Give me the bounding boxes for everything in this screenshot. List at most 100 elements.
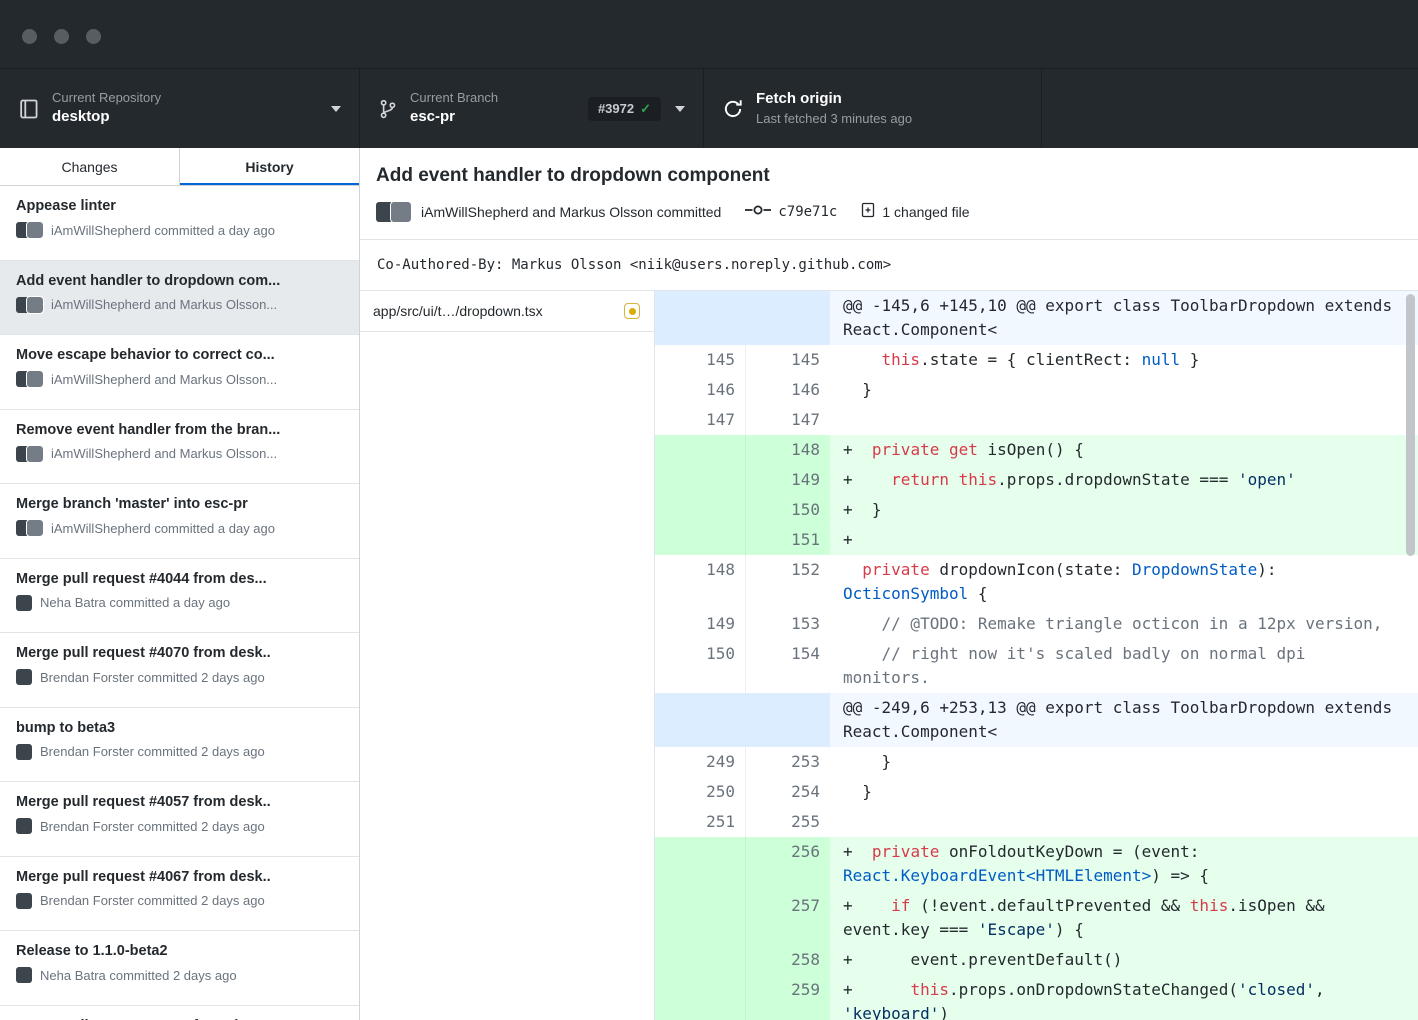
code-line: + event.preventDefault(): [830, 945, 1418, 975]
commit-summary: Add event handler to dropdown component …: [360, 148, 1418, 240]
avatar: [27, 520, 43, 536]
code-line: this.state = { clientRect: null }: [830, 345, 1418, 375]
old-line-number: 149: [655, 609, 745, 639]
code-line: + if (!event.defaultPrevented && this.is…: [830, 891, 1418, 945]
diff-line: 151 +: [655, 525, 1418, 555]
repository-switcher-label: Current Repository: [52, 90, 161, 106]
code-line: }: [830, 375, 1418, 405]
chevron-down-icon: [331, 106, 341, 112]
new-line-number: 152: [745, 555, 830, 609]
commit-sha[interactable]: c79e71c: [778, 204, 837, 220]
tab-history[interactable]: History: [180, 148, 359, 185]
commit-item-title: Remove event handler from the bran...: [16, 422, 343, 438]
old-line-number: 148: [655, 555, 745, 609]
commit-item-avatars: [16, 520, 43, 536]
close-button[interactable]: [22, 29, 37, 44]
commit-list-item[interactable]: Merge pull request #4057 from desk.. Bre…: [0, 782, 359, 857]
commit-item-avatars: [16, 595, 32, 611]
commit-item-meta-text: Brendan Forster committed 2 days ago: [40, 670, 265, 685]
avatar: [16, 669, 32, 685]
pull-request-badge[interactable]: #3972 ✓: [588, 97, 661, 121]
old-line-number: [655, 525, 745, 555]
avatar: [27, 371, 43, 387]
commit-item-meta: Neha Batra committed a day ago: [16, 595, 343, 611]
avatar: [27, 297, 43, 313]
tab-changes[interactable]: Changes: [0, 148, 180, 185]
diff-line: 149+ return this.props.dropdownState ===…: [655, 465, 1418, 495]
zoom-button[interactable]: [86, 29, 101, 44]
commit-list-item[interactable]: Merge pull request #4070 from desk.. Bre…: [0, 633, 359, 708]
file-row[interactable]: app/src/ui/t…/dropdown.tsx: [360, 291, 654, 332]
commit-list-item[interactable]: Move escape behavior to correct co... iA…: [0, 335, 359, 410]
new-line-number: 153: [745, 609, 830, 639]
commit-item-avatars: [16, 669, 32, 685]
minimize-button[interactable]: [54, 29, 69, 44]
added-line-marker: +: [843, 440, 853, 459]
code-line: +: [830, 525, 1418, 555]
avatar: [16, 967, 32, 983]
commit-list-item[interactable]: bump to beta3 Brendan Forster committed …: [0, 708, 359, 783]
fetch-origin-label: Fetch origin: [756, 90, 912, 109]
commit-list-item[interactable]: Merge branch 'master' into esc-pr iAmWil…: [0, 484, 359, 559]
commit-item-title: Release to 1.1.0-beta2: [16, 943, 343, 959]
toolbar: Current Repository desktop Current Branc…: [0, 68, 1418, 148]
commit-item-title: Merge pull request #4067 from desk..: [16, 869, 343, 885]
added-line-marker: +: [843, 530, 853, 549]
diff-line: 256+ private onFoldoutKeyDown = (event: …: [655, 837, 1418, 891]
commit-list-item[interactable]: Merge pull request #4059 from d...: [0, 1006, 359, 1020]
commit-item-title: Merge pull request #4070 from desk..: [16, 645, 343, 661]
new-line-number: 259: [745, 975, 830, 1020]
commit-item-meta-text: Brendan Forster committed 2 days ago: [40, 893, 265, 908]
sync-icon: [722, 98, 744, 120]
code-line: }: [830, 747, 1418, 777]
commit-list-item[interactable]: Merge pull request #4067 from desk.. Bre…: [0, 857, 359, 932]
app-content: Changes History Appease linter iAmWillSh…: [0, 148, 1418, 1020]
old-line-number: 145: [655, 345, 745, 375]
branch-name: esc-pr: [410, 108, 498, 127]
diff-line: 148+ private get isOpen() {: [655, 435, 1418, 465]
commit-item-avatars: [16, 222, 43, 238]
commit-authors: iAmWillShepherd and Markus Olsson commit…: [421, 204, 721, 220]
commit-description: Co-Authored-By: Markus Olsson <niik@user…: [360, 240, 1418, 291]
commit-icon: [745, 203, 771, 221]
code-line: + private get isOpen() {: [830, 435, 1418, 465]
scrollbar-thumb[interactable]: [1406, 294, 1415, 556]
commit-list-item[interactable]: Add event handler to dropdown com... iAm…: [0, 261, 359, 336]
commit-item-avatars: [16, 297, 43, 313]
old-line-number: 146: [655, 375, 745, 405]
commit-list-item[interactable]: Merge pull request #4044 from des... Neh…: [0, 559, 359, 634]
new-line-number: 256: [745, 837, 830, 891]
repository-switcher[interactable]: Current Repository desktop: [0, 69, 360, 148]
fetch-origin-button[interactable]: Fetch origin Last fetched 3 minutes ago: [704, 69, 1042, 148]
toolbar-spacer: [1042, 69, 1418, 148]
avatar: [16, 744, 32, 760]
new-line-number: 151: [745, 525, 830, 555]
avatar: [16, 893, 32, 909]
diff-line: 249253 }: [655, 747, 1418, 777]
added-line-marker: +: [843, 950, 853, 969]
commit-item-avatars: [16, 967, 32, 983]
diff-hunk-header: @@ -249,6 +253,13 @@ export class Toolba…: [655, 693, 1418, 747]
old-line-number: [655, 435, 745, 465]
commit-list-item[interactable]: Release to 1.1.0-beta2 Neha Batra commit…: [0, 931, 359, 1006]
new-line-number: 154: [745, 639, 830, 693]
commit-item-avatars: [16, 446, 43, 462]
branch-switcher[interactable]: Current Branch esc-pr #3972 ✓: [360, 69, 704, 148]
commit-item-meta-text: iAmWillShepherd and Markus Olsson...: [51, 297, 277, 312]
old-line-number: [655, 291, 745, 345]
sidebar-tabs: Changes History: [0, 148, 359, 186]
avatar: [27, 222, 43, 238]
commit-list-item[interactable]: Remove event handler from the bran... iA…: [0, 410, 359, 485]
code-line: + }: [830, 495, 1418, 525]
new-line-number: [745, 291, 830, 345]
avatar: [391, 202, 411, 222]
commit-item-meta: iAmWillShepherd and Markus Olsson...: [16, 446, 343, 462]
diff-line: 259+ this.props.onDropdownStateChanged('…: [655, 975, 1418, 1020]
repository-name: desktop: [52, 108, 161, 127]
changed-file-icon: [861, 202, 875, 223]
commit-list-item[interactable]: Appease linter iAmWillShepherd committed…: [0, 186, 359, 261]
titlebar: [0, 0, 1418, 68]
diff-line: 258+ event.preventDefault(): [655, 945, 1418, 975]
new-line-number: 258: [745, 945, 830, 975]
commit-item-title: Merge pull request #4044 from des...: [16, 571, 343, 587]
